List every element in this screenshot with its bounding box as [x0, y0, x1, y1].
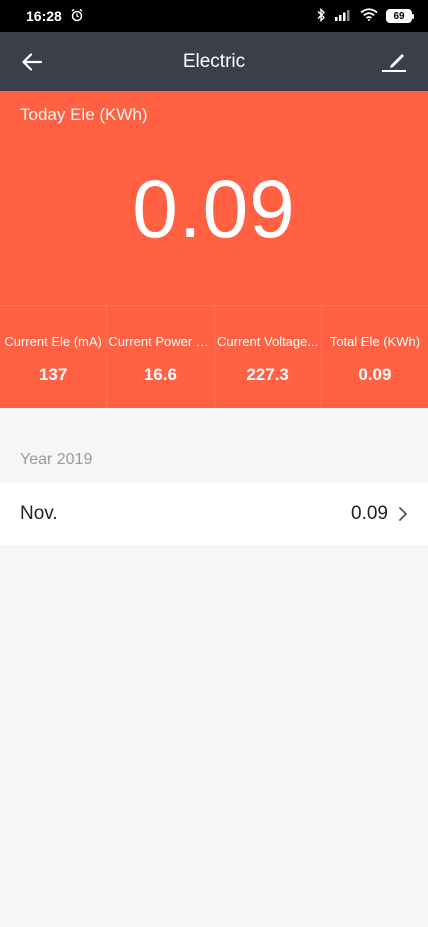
stat-current-voltage: Current Voltage... 227.3 — [213, 305, 321, 408]
stat-total-ele: Total Ele (KWh) 0.09 — [320, 305, 428, 408]
stats-row: Current Ele (mA) 137 Current Power (W) 1… — [0, 305, 428, 408]
stat-value: 137 — [38, 365, 68, 384]
app-header: Electric — [0, 32, 428, 91]
stat-label: Total Ele (KWh) — [329, 334, 421, 349]
stat-label: Current Voltage... — [217, 334, 319, 349]
wifi-icon — [360, 8, 378, 24]
stat-current-ele: Current Ele (mA) 137 — [0, 305, 107, 408]
today-energy-panel: Today Ele (KWh) 0.09 Current Ele (mA) 13… — [0, 91, 428, 408]
back-button[interactable] — [16, 46, 48, 78]
month-right: 0.09 — [351, 503, 408, 525]
alarm-icon — [70, 8, 84, 25]
month-value: 0.09 — [351, 503, 388, 524]
edit-button[interactable] — [378, 46, 410, 78]
month-row-nov[interactable]: Nov. 0.09 — [0, 483, 428, 545]
stat-label: Current Ele (mA) — [4, 334, 102, 349]
status-time: 16:28 — [26, 8, 62, 24]
stat-value: 227.3 — [246, 365, 289, 384]
stat-label: Current Power (W) — [108, 334, 213, 349]
battery-icon: 69 — [386, 9, 414, 23]
stat-value: 16.6 — [143, 365, 177, 384]
status-left: 16:28 — [26, 8, 84, 25]
bluetooth-icon — [316, 7, 326, 25]
arrow-left-icon — [22, 53, 42, 71]
edit-pencil-icon — [382, 54, 406, 72]
chevron-right-icon — [399, 507, 407, 521]
today-energy-value: 0.09 — [132, 164, 296, 255]
stat-current-power: Current Power (W) 16.6 — [106, 305, 214, 408]
status-right: 69 — [316, 7, 414, 25]
month-name: Nov. — [20, 503, 58, 524]
stat-value: 0.09 — [358, 365, 392, 384]
signal-icon — [334, 8, 352, 24]
status-bar: 16:28 69 — [0, 0, 428, 32]
year-section-label: Year 2019 — [20, 451, 93, 468]
page-title: Electric — [182, 50, 246, 72]
today-energy-label: Today Ele (KWh) — [20, 105, 148, 124]
